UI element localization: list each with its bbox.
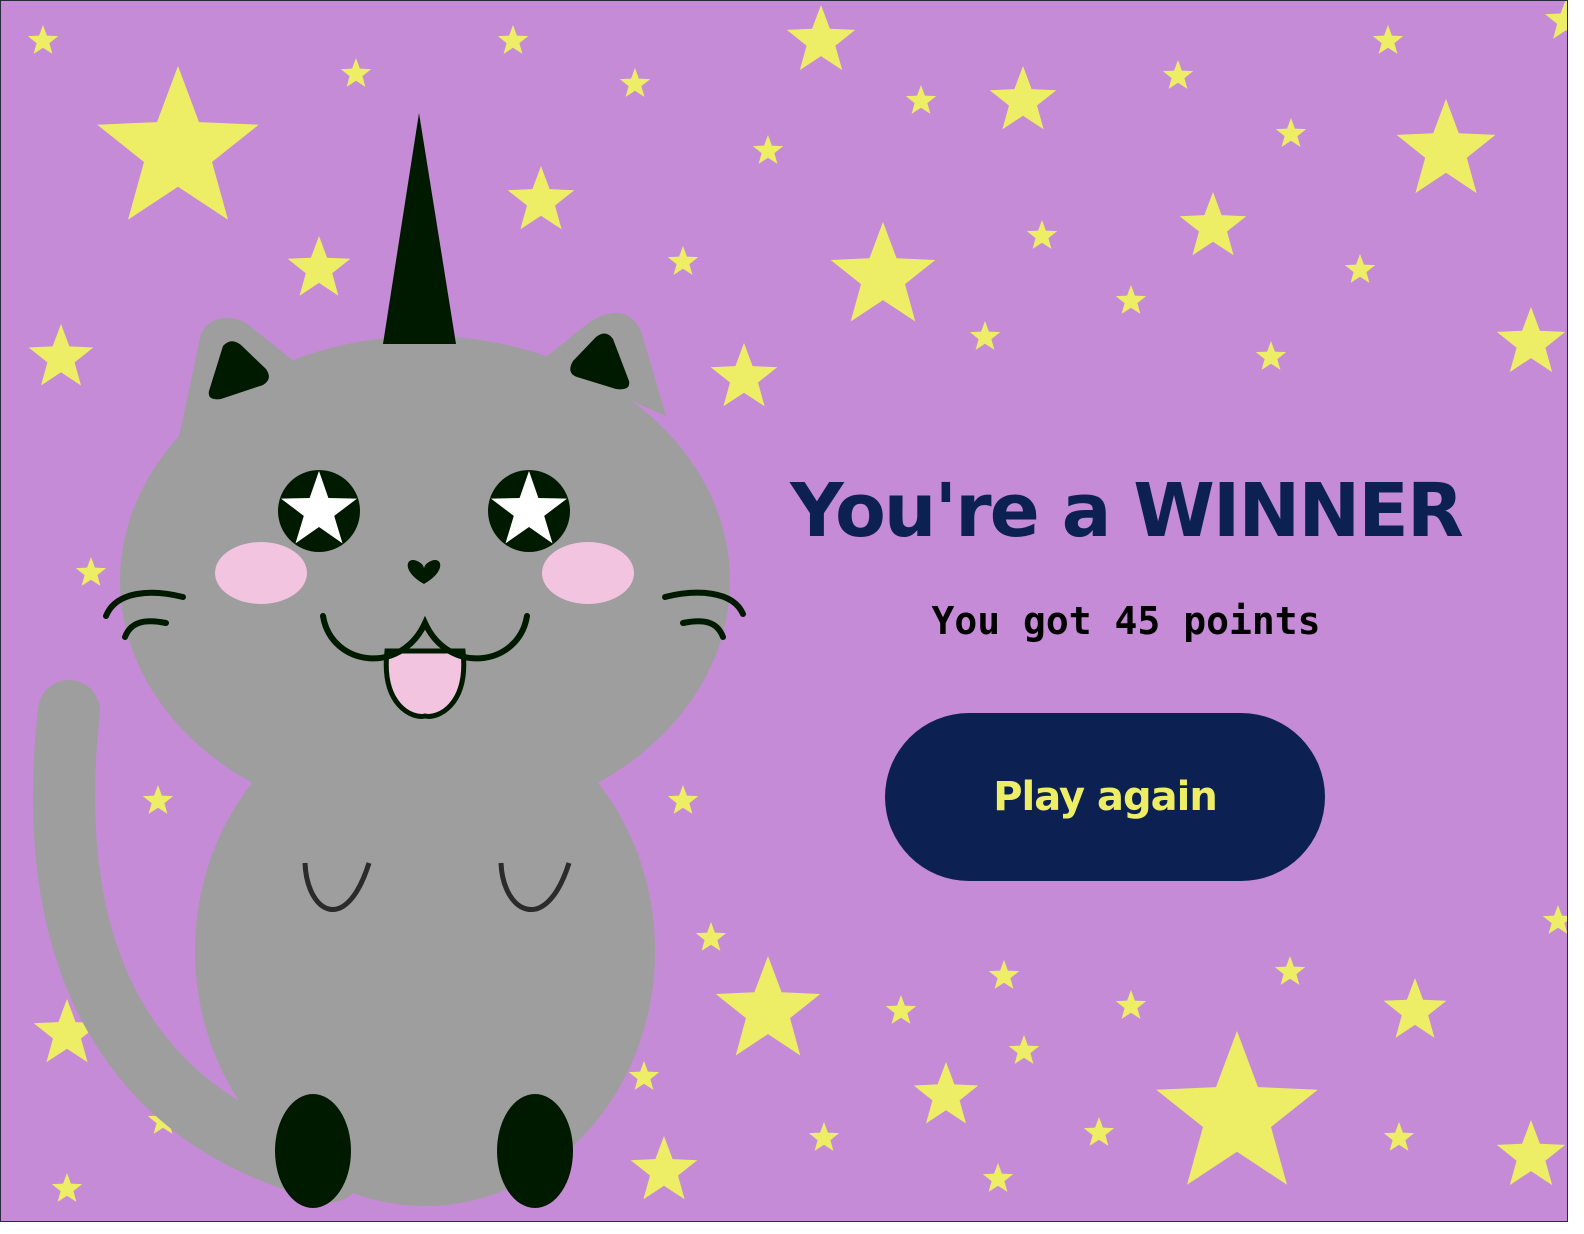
star-icon [1383, 1122, 1415, 1151]
star-icon [1545, 1, 1567, 39]
star-icon [1274, 956, 1306, 985]
score-text: You got 45 points [931, 599, 1321, 643]
result-panel: You're a WINNER You got 45 points Play a… [761, 441, 1491, 881]
cat-left-foot [275, 1094, 351, 1208]
star-icon [1496, 1120, 1566, 1186]
cat-left-cheek [215, 542, 307, 604]
star-icon [913, 1062, 979, 1124]
star-icon [786, 5, 856, 71]
star-icon [1344, 254, 1376, 283]
star-icon [969, 321, 1001, 350]
winner-title: You're a WINNER [790, 468, 1464, 554]
star-icon [1275, 118, 1307, 147]
play-again-button[interactable]: Play again [885, 713, 1325, 881]
star-icon [982, 1163, 1014, 1192]
star-icon [1383, 978, 1447, 1038]
cat-tongue [383, 648, 467, 719]
star-icon [905, 85, 937, 114]
star-icon [1026, 220, 1058, 249]
star-icon [1115, 990, 1147, 1019]
star-icon [988, 960, 1020, 989]
star-icon [830, 222, 936, 322]
star-icon [1115, 285, 1147, 314]
star-icon [885, 995, 917, 1024]
star-icon [1396, 99, 1496, 194]
star-icon [1255, 341, 1287, 370]
star-icon [1496, 307, 1566, 373]
unicorn-horn [383, 113, 456, 344]
winner-screen: You're a WINNER You got 45 points Play a… [0, 0, 1568, 1222]
star-icon [1083, 1117, 1115, 1146]
cat-right-foot [497, 1094, 573, 1208]
cat-right-cheek [542, 542, 634, 604]
star-icon [1179, 192, 1247, 256]
star-icon [1008, 1035, 1040, 1064]
star-icon [1372, 25, 1404, 54]
unicorn-cat-illustration [33, 113, 746, 1208]
star-icon [1162, 60, 1194, 89]
star-icon [989, 66, 1057, 130]
star-icon [808, 1122, 840, 1151]
star-icon [1542, 905, 1567, 934]
star-icon [1156, 1031, 1318, 1185]
